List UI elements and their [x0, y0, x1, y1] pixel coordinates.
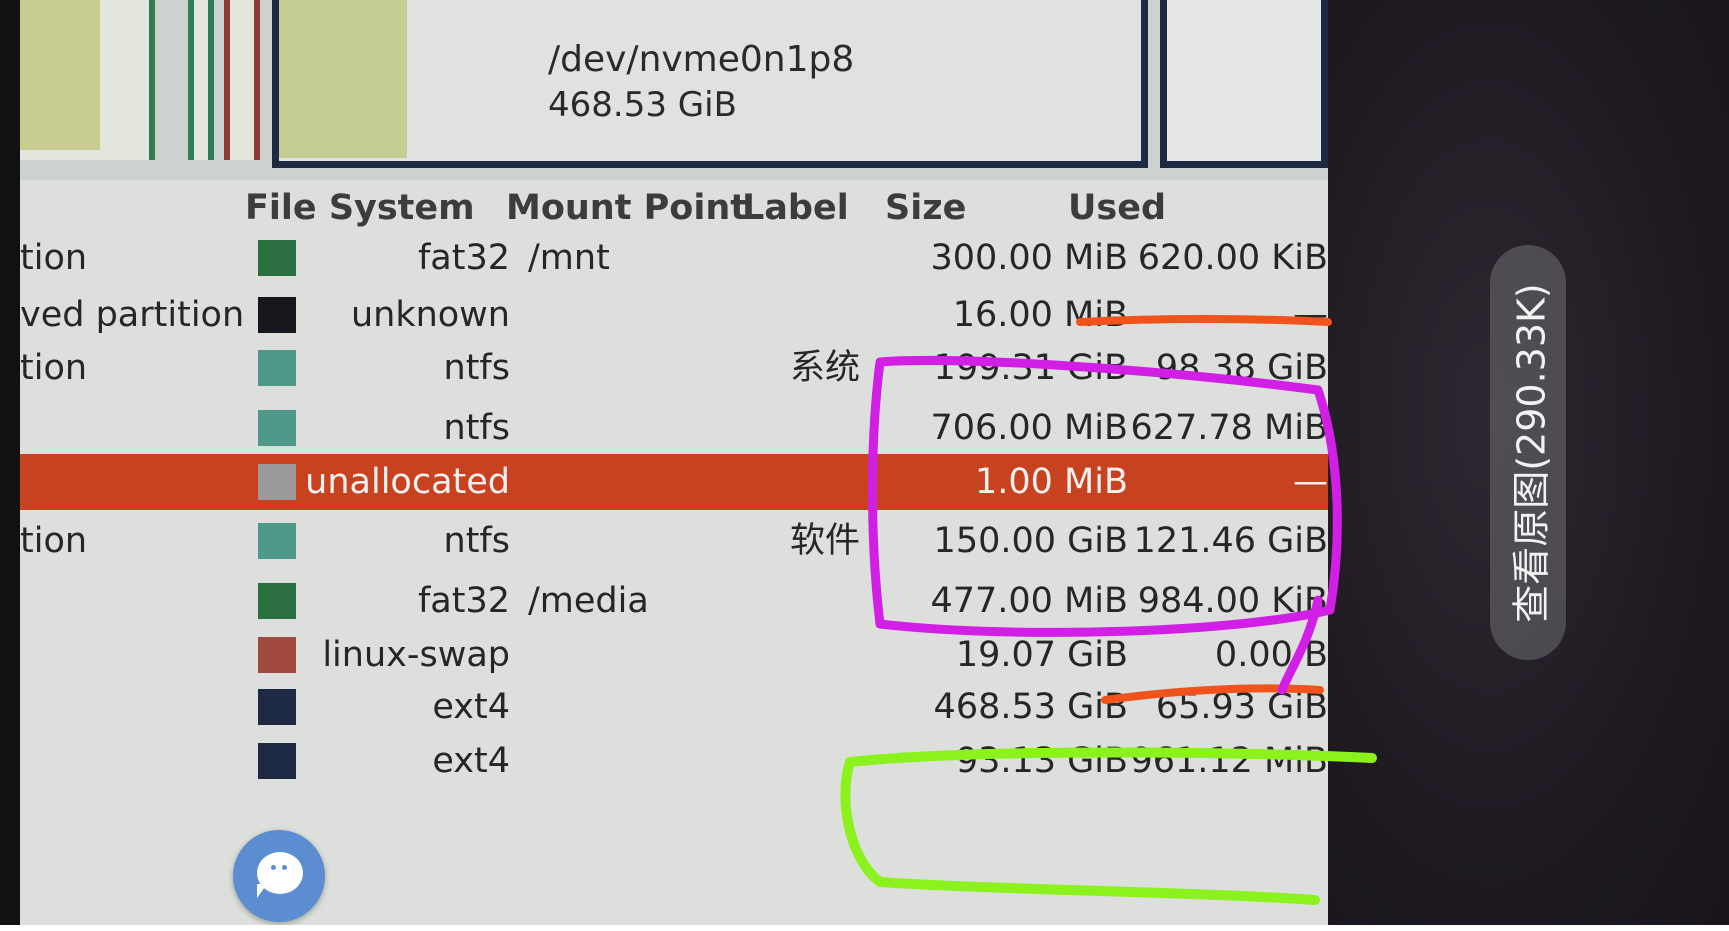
filesystem-cell: ntfs [443, 521, 510, 561]
filesystem-color-swatch [258, 743, 296, 779]
size-cell: 706.00 MiB [930, 408, 1128, 448]
filesystem-cell: ext4 [432, 687, 510, 727]
column-header-file-system[interactable]: File System [245, 188, 475, 228]
filesystem-color-swatch [258, 240, 296, 276]
size-cell: 300.00 MiB [930, 238, 1128, 278]
used-cell: 65.93 GiB [1155, 687, 1328, 727]
partition-graph-segment[interactable] [224, 0, 260, 160]
chat-bubble-icon[interactable] [233, 830, 325, 922]
partition-table: File System Mount Point Label Size Used … [20, 180, 1328, 925]
used-cell: 121.46 GiB [1133, 521, 1328, 561]
partition-row[interactable]: unallocated 1.00 MiB — [20, 454, 1328, 510]
size-cell: 468.53 GiB [933, 687, 1128, 727]
partition-graph-size: 468.53 GiB [548, 85, 737, 125]
image-border [0, 925, 1729, 931]
partition-name-cell: ved partition [20, 295, 245, 335]
partition-name-cell: tion [20, 238, 88, 278]
size-cell: 93.13 GiB [955, 741, 1128, 781]
view-original-label: 查看原图(290.33K) [1509, 282, 1554, 623]
column-header-label[interactable]: Label [742, 188, 849, 228]
partition-row[interactable]: tion fat32/mnt 300.00 MiB 620.00 KiB [20, 230, 1328, 286]
partition-row[interactable]: tion ntfs 软件 150.00 GiB 121.46 GiB [20, 513, 1328, 569]
partition-row[interactable]: ext4 468.53 GiB 65.93 GiB [20, 679, 1328, 735]
partition-name-cell: tion [20, 348, 88, 388]
filesystem-color-swatch [258, 297, 296, 333]
partition-name-cell: tion [20, 521, 88, 561]
column-header-used[interactable]: Used [1068, 188, 1166, 228]
label-cell: 系统 [790, 348, 861, 388]
filesystem-cell: linux-swap [322, 635, 510, 675]
filesystem-cell: ntfs [443, 408, 510, 448]
filesystem-color-swatch [258, 583, 296, 619]
filesystem-color-swatch [258, 523, 296, 559]
label-cell: 软件 [790, 521, 861, 561]
partition-graph-name: /dev/nvme0n1p8 [548, 39, 855, 80]
partition-graph-used-fill [279, 0, 407, 158]
partition-row[interactable]: fat32/media 477.00 MiB 984.00 KiB [20, 573, 1328, 629]
column-header-size[interactable]: Size [885, 188, 966, 228]
partition-row[interactable]: tion ntfs 系统 199.31 GiB 98.38 GiB [20, 340, 1328, 396]
used-cell: — [1293, 295, 1328, 335]
partition-row[interactable]: ntfs 706.00 MiB 627.78 MiB [20, 400, 1328, 456]
column-header-mount-point[interactable]: Mount Point [506, 188, 747, 228]
filesystem-cell: fat32 [417, 581, 510, 621]
mount-point-cell: /mnt [528, 238, 610, 278]
partition-row[interactable]: ext4 93.13 GiB 961.12 MiB [20, 733, 1328, 789]
used-cell: — [1293, 462, 1328, 502]
filesystem-cell: fat32 [417, 238, 510, 278]
used-cell: 98.38 GiB [1155, 348, 1328, 388]
monitor-bezel-left [0, 0, 20, 925]
size-cell: 19.07 GiB [955, 635, 1128, 675]
gparted-window: /dev/nvme0n1p8 468.53 GiB File System Mo… [20, 0, 1328, 925]
photo-of-screen: /dev/nvme0n1p8 468.53 GiB File System Mo… [0, 0, 1729, 925]
filesystem-cell: ntfs [443, 348, 510, 388]
partition-row[interactable]: linux-swap 19.07 GiB 0.00 B [20, 627, 1328, 683]
size-cell: 199.31 GiB [933, 348, 1128, 388]
filesystem-cell: unallocated [305, 462, 510, 502]
used-cell: 0.00 B [1214, 635, 1328, 675]
used-cell: 627.78 MiB [1130, 408, 1328, 448]
partition-graph-used-fill [20, 0, 100, 150]
filesystem-color-swatch [258, 637, 296, 673]
filesystem-color-swatch [258, 689, 296, 725]
filesystem-cell: unknown [350, 295, 510, 335]
size-cell: 1.00 MiB [975, 462, 1128, 502]
filesystem-color-swatch [258, 464, 296, 500]
partition-graph-segment[interactable] [1160, 0, 1328, 168]
mount-point-cell: /media [528, 581, 649, 621]
filesystem-cell: ext4 [432, 741, 510, 781]
filesystem-color-swatch [258, 410, 296, 446]
filesystem-color-swatch [258, 350, 296, 386]
used-cell: 984.00 KiB [1137, 581, 1328, 621]
size-cell: 477.00 MiB [930, 581, 1128, 621]
used-cell: 620.00 KiB [1137, 238, 1328, 278]
partition-graph: /dev/nvme0n1p8 468.53 GiB [20, 0, 1328, 180]
size-cell: 16.00 MiB [952, 295, 1128, 335]
size-cell: 150.00 GiB [933, 521, 1128, 561]
used-cell: 961.12 MiB [1130, 741, 1328, 781]
partition-graph-segment[interactable] [188, 0, 214, 160]
partition-row[interactable]: ved partition unknown 16.00 MiB — [20, 287, 1328, 343]
view-original-button[interactable]: 查看原图(290.33K) [1490, 245, 1566, 660]
